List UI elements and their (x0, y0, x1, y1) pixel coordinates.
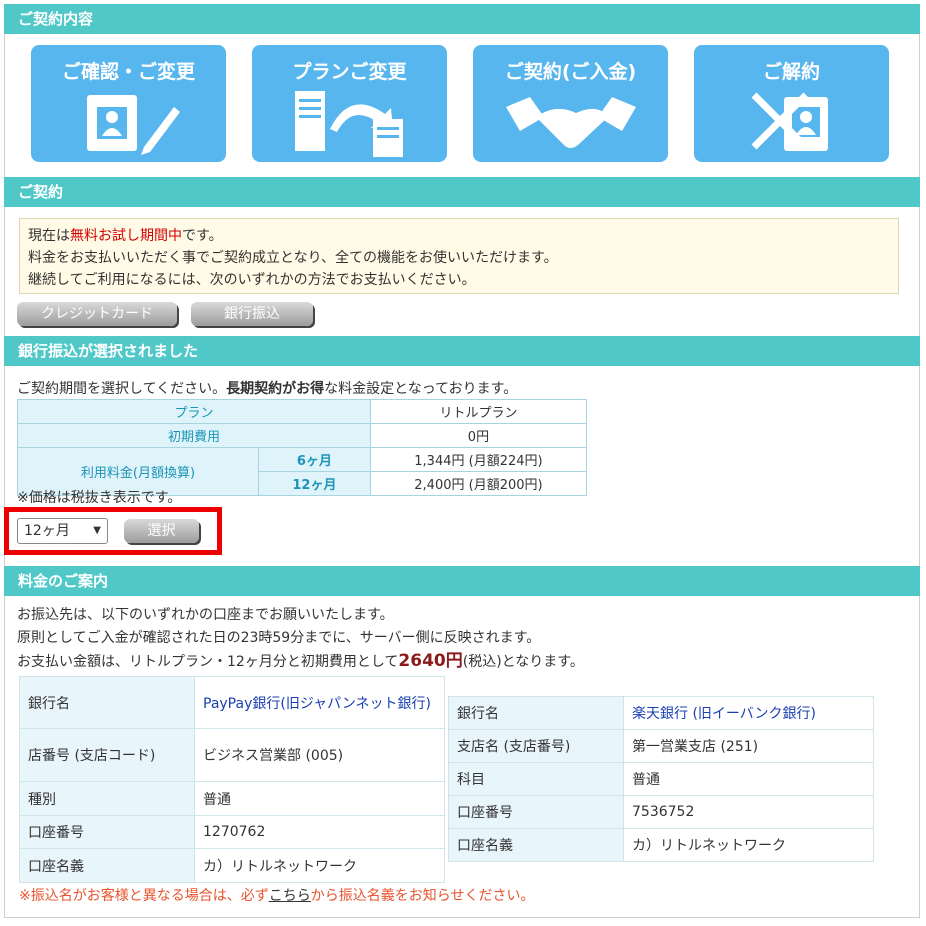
tile-confirm-change[interactable]: ご確認・ご変更 (31, 45, 226, 162)
table-row: 店番号 (支店コード) ビジネス営業部 (005) (19, 728, 445, 782)
notice-text: 継続してご利用になるには、次のいずれかの方法でお支払いください。 (28, 272, 476, 288)
period-12-value: 2,400円 (月額200円) (369, 471, 588, 496)
notify-link[interactable]: こちら (269, 888, 311, 904)
bank-key: 口座番号 (19, 815, 195, 849)
bank-key: 銀行名 (448, 696, 624, 730)
server-transfer-icon (294, 91, 403, 157)
table-row: 初期費用 0円 (17, 423, 588, 448)
table-row: 銀行名 PayPay銀行(旧ジャパンネット銀行) (19, 676, 445, 729)
bank-table-paypay: 銀行名 PayPay銀行(旧ジャパンネット銀行) 店番号 (支店コード) ビジネス営… (19, 676, 445, 883)
trial-notice: 現在は無料お試し期間中です。 料金をお支払いいただく事でご契約成立となり、全ての… (19, 218, 899, 294)
bank-name-link[interactable]: 楽天銀行 (旧イーバンク銀行) (623, 696, 874, 730)
payment-amount: 2640円 (398, 651, 463, 671)
bank-value: 普通 (194, 781, 445, 816)
notice-text: 料金をお支払いいただく事でご契約成立となり、全ての機能をお使いいただけます。 (28, 250, 558, 266)
table-row: プラン リトルプラン (17, 399, 588, 424)
bank-table-rakuten: 銀行名 楽天銀行 (旧イーバンク銀行) 支店名 (支店番号) 第一営業支店 (251… (448, 696, 874, 862)
bank-key: 口座名義 (448, 828, 624, 862)
chevron-down-icon: ▼ (93, 525, 101, 536)
notice-text: です。 (182, 228, 223, 244)
tax-note: ※価格は税抜き表示です。 (17, 490, 182, 506)
guide-line-1: お振込先は、以下のいずれかの口座までお願いいたします。 (17, 607, 394, 623)
table-row: 口座名義 カ）リトルネットワーク (448, 828, 874, 862)
select-value: 12ヶ月 (24, 523, 70, 539)
bank-value: 1270762 (194, 815, 445, 849)
period-select[interactable]: 12ヶ月 ▼ (17, 518, 108, 544)
bank-key: 銀行名 (19, 676, 195, 729)
prompt-text: ご契約期間を選択してください。 (17, 381, 227, 397)
guide-text: (税込)となります。 (462, 654, 584, 670)
bank-value: 普通 (623, 762, 874, 796)
table-row: 口座名義 カ）リトルネットワーク (19, 848, 445, 883)
period-prompt: ご契約期間を選択してください。長期契約がお得な料金設定となっております。 (17, 379, 517, 399)
guide-text: お支払い金額は、リトルプラン・12ヶ月分と初期費用として (17, 654, 399, 670)
transfer-name-warning: ※振込名がお客様と異なる場合は、必ずこちらから振込名義をお知らせください。 (19, 885, 534, 905)
section-header-fee-guide: 料金のご案内 (4, 566, 920, 596)
period-12-label: 12ヶ月 (258, 471, 371, 496)
tile-label: プランご変更 (292, 61, 407, 83)
section-header-contract: ご契約内容 (4, 4, 920, 34)
tile-plan-change[interactable]: プランご変更 (252, 45, 447, 162)
cancel-contract-icon (751, 92, 828, 151)
guide-line-2: 原則としてご入金が確認された日の23時59分までに、サーバー側に反映されます。 (17, 630, 541, 646)
bank-key: 支店名 (支店番号) (448, 729, 624, 763)
plan-value: リトルプラン (369, 399, 588, 424)
table-row: 支店名 (支店番号) 第一営業支店 (251) (448, 729, 874, 763)
tile-label: ご契約(ご入金) (504, 61, 637, 83)
period-6-value: 1,344円 (月額224円) (369, 447, 588, 472)
warning-text: から振込名義をお知らせください。 (310, 888, 535, 904)
bank-key: 店番号 (支店コード) (19, 728, 195, 782)
bank-key: 種別 (19, 781, 195, 816)
period-6-label: 6ヶ月 (258, 447, 371, 472)
initial-fee-value: 0円 (369, 423, 588, 448)
plan-table: プラン リトルプラン 初期費用 0円 利用料金(月額換算) 6ヶ月 1,344円… (17, 399, 588, 496)
trial-status: 無料お試し期間中 (70, 228, 182, 244)
bank-value: 第一営業支店 (251) (623, 729, 874, 763)
bank-name-link[interactable]: PayPay銀行(旧ジャパンネット銀行) (194, 676, 445, 729)
bank-key: 科目 (448, 762, 624, 796)
table-row: 口座番号 7536752 (448, 795, 874, 829)
guide-line-3: お支払い金額は、リトルプラン・12ヶ月分と初期費用として2640円(税込)となり… (17, 651, 584, 672)
initial-fee-header: 初期費用 (17, 423, 371, 448)
table-row: 銀行名 楽天銀行 (旧イーバンク銀行) (448, 696, 874, 730)
table-row: 利用料金(月額換算) 6ヶ月 1,344円 (月額224円) (17, 447, 588, 496)
contract-check-icon (86, 95, 180, 155)
bank-value: ビジネス営業部 (005) (194, 728, 445, 782)
tile-label: ご確認・ご変更 (61, 61, 195, 83)
prompt-text: な料金設定となっております。 (324, 381, 518, 397)
bank-key: 口座番号 (448, 795, 624, 829)
select-button[interactable]: 選択 (124, 519, 199, 543)
table-row: 科目 普通 (448, 762, 874, 796)
section-header-keiyaku: ご契約 (4, 177, 920, 207)
tile-contract-payment[interactable]: ご契約(ご入金) (473, 45, 668, 162)
notice-text: 現在は (28, 228, 70, 244)
bank-value: カ）リトルネットワーク (623, 828, 874, 862)
handshake-icon (505, 97, 636, 148)
warning-text: ※振込名がお客様と異なる場合は、必ず (19, 888, 269, 904)
tile-cancel[interactable]: ご解約 (694, 45, 889, 162)
section-header-bank-selected: 銀行振込が選択されました (4, 336, 920, 366)
tile-label: ご解約 (762, 61, 820, 83)
bank-key: 口座名義 (19, 848, 195, 883)
prompt-emphasis: 長期契約がお得 (226, 381, 325, 397)
bank-transfer-button[interactable]: 銀行振込 (191, 302, 313, 326)
bank-value: カ）リトルネットワーク (194, 848, 445, 883)
credit-card-button[interactable]: クレジットカード (17, 302, 177, 326)
table-row: 種別 普通 (19, 781, 445, 816)
bank-value: 7536752 (623, 795, 874, 829)
table-row: 口座番号 1270762 (19, 815, 445, 849)
plan-header: プラン (17, 399, 371, 424)
